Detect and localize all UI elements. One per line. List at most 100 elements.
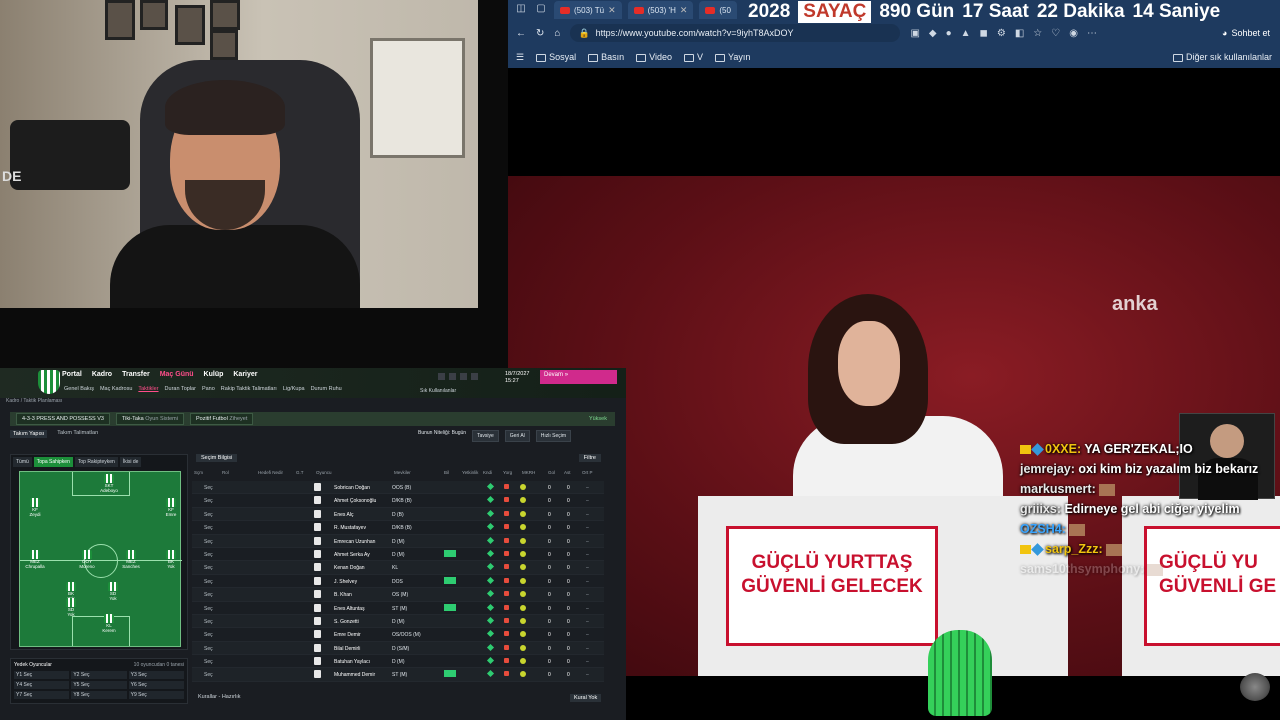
select-dropdown[interactable]: Seç <box>204 672 213 678</box>
fm-menu-item[interactable]: Transfer <box>122 371 150 378</box>
fm-menu-item[interactable]: Portal <box>62 371 82 378</box>
select-dropdown[interactable]: Seç <box>204 565 213 571</box>
select-dropdown[interactable]: Seç <box>204 498 213 504</box>
selection-info-button[interactable]: Seçim Bilgisi <box>196 454 238 462</box>
tactics-pitch[interactable]: SKT Adeboyo KF Zeydi KF Emre MEZ Chrupalla ÖOY Mo… <box>19 471 182 647</box>
other-bookmarks[interactable]: Diğer sık kullanılanlar <box>1172 52 1272 62</box>
bookmark-folder[interactable]: Yayın <box>714 52 750 62</box>
chat-button[interactable]: ◕ Sohbet et <box>1222 28 1270 38</box>
browser-tab[interactable]: (50 <box>699 1 737 19</box>
extension-icon[interactable]: ◼ <box>980 28 988 39</box>
table-row[interactable]: Seç B. Khan OS (M) 0 0 – <box>192 588 604 602</box>
rules-button[interactable]: Kural Yok <box>570 694 602 702</box>
style-selector[interactable]: Tiki-Taka Oyun Sistemi <box>115 413 184 425</box>
column-header[interactable]: Kndi <box>483 470 492 475</box>
table-row[interactable]: Seç Kenan Doğan KL 0 0 – <box>192 561 604 575</box>
select-dropdown[interactable]: Seç <box>204 579 213 585</box>
fm-submenu-item[interactable]: Pano <box>202 386 215 392</box>
table-row[interactable]: Seç J. Shelvey DOS 0 0 – <box>192 574 604 589</box>
table-row[interactable]: Seç Bilal Demirli D (S/M) 0 0 – <box>192 641 604 656</box>
column-header[interactable]: Rol <box>222 470 229 475</box>
column-header[interactable]: G.T <box>296 470 304 475</box>
filter-button[interactable]: Filtre <box>578 454 601 462</box>
sub-slot[interactable]: Y6 Seç <box>128 681 184 689</box>
split-icon[interactable]: ◧ <box>1015 28 1024 39</box>
table-row[interactable]: Seç Enes Altuntaş ST (M) 0 0 – <box>192 601 604 615</box>
sub-slot[interactable]: Y9 Seç <box>128 691 184 699</box>
fm-submenu-item[interactable]: Lig/Kupa <box>283 386 305 392</box>
pitch-player[interactable]: ÖOY Moreno <box>76 550 98 569</box>
player-name[interactable]: Batuhan Yaylacı <box>334 659 370 665</box>
select-dropdown[interactable]: Seç <box>204 659 213 665</box>
fm-submenu-item[interactable]: Taktikler <box>138 386 158 392</box>
table-row[interactable]: Seç Batuhan Yaylacı D (M) 0 0 – <box>192 655 604 669</box>
pitch-player[interactable]: BKYok <box>160 550 182 569</box>
tactic-selector[interactable]: 4-3-3 PRESS AND POSSESS V3 <box>16 413 110 425</box>
extension-icon[interactable]: ● <box>946 28 952 39</box>
pitch-player[interactable]: SKT Adeboyo <box>98 474 120 493</box>
table-row[interactable]: Seç Ahmet Serka Ay D (M) 0 0 – <box>192 547 604 562</box>
pitch-player[interactable]: MEZ Sanches <box>120 550 142 569</box>
fm-submenu-item[interactable]: Durum Ruhu <box>311 386 342 392</box>
bookmark-folder[interactable]: Video <box>636 52 672 62</box>
column-header[interactable]: Yetkinlik <box>462 470 478 475</box>
player-name[interactable]: Sobrican Doğan <box>334 485 370 491</box>
refresh-icon[interactable]: ↻ <box>536 28 544 39</box>
collections-icon[interactable]: ♡ <box>1051 28 1060 39</box>
select-dropdown[interactable]: Seç <box>204 592 213 598</box>
close-icon[interactable]: ✕ <box>608 5 616 16</box>
filter-all[interactable]: Tümü <box>13 457 32 467</box>
fm-submenu-item[interactable]: Genel Bakış <box>64 386 94 392</box>
player-name[interactable]: Enes Alç <box>334 512 353 518</box>
settings-icon[interactable]: ⚙ <box>997 28 1006 39</box>
continue-button[interactable]: Devam » <box>540 370 617 384</box>
player-name[interactable]: Bilal Demirli <box>334 646 360 652</box>
reading-list-icon[interactable]: ☰ <box>516 52 524 63</box>
sub-slot[interactable]: Y7 Seç <box>14 691 70 699</box>
player-name[interactable]: Emrecan Uzunhan <box>334 539 375 545</box>
select-dropdown[interactable]: Seç <box>204 646 213 652</box>
column-header[interactable]: Yorg <box>503 470 512 475</box>
table-row[interactable]: Seç Ahmet Çoksonoğlu D/KB (B) 0 0 – <box>192 494 604 508</box>
extension-icon[interactable]: ▣ <box>910 28 919 39</box>
select-dropdown[interactable]: Seç <box>204 619 213 625</box>
column-header[interactable]: Hedefi Nedir <box>258 470 283 475</box>
table-row[interactable]: Seç Emrecan Uzunhan D (M) 0 0 – <box>192 534 604 548</box>
fm-menu-item[interactable]: Maç Günü <box>160 371 194 378</box>
extension-icon[interactable]: ◆ <box>929 28 937 39</box>
column-header[interactable]: Oyuncu <box>316 470 332 475</box>
sub-slot[interactable]: Y1 Seç <box>14 671 70 679</box>
player-name[interactable]: J. Shelvey <box>334 579 357 585</box>
sub-slot[interactable]: Y4 Seç <box>14 681 70 689</box>
select-dropdown[interactable]: Seç <box>204 552 213 558</box>
table-row[interactable]: Seç S. Gonzetti D (M) 0 0 – <box>192 614 604 629</box>
player-name[interactable]: Emre Demir <box>334 632 361 638</box>
table-row[interactable]: Seç Enes Alç D (B) 0 0 – <box>192 507 604 522</box>
sub-slot[interactable]: Y8 Seç <box>71 691 127 699</box>
bookmark-folder[interactable]: Sosyal <box>536 52 576 62</box>
pitch-player[interactable]: SD Yok <box>60 598 82 617</box>
fm-menu-item[interactable]: Kadro <box>92 371 112 378</box>
profile-icon[interactable]: ◉ <box>1069 28 1078 39</box>
filter-both[interactable]: İkisi de <box>119 457 142 467</box>
pitch-player[interactable]: KL Kerem <box>98 614 120 633</box>
pitch-player[interactable]: SD Yok <box>102 582 124 601</box>
column-header[interactable]: Ast <box>564 470 571 475</box>
browser-tab[interactable]: (503) 'H ✕ <box>627 1 694 19</box>
shortcuts-link[interactable]: Sık Kullanılanlar <box>420 388 456 394</box>
player-name[interactable]: Enes Altuntaş <box>334 606 365 612</box>
column-header[interactable]: Sçm <box>194 470 203 475</box>
mentality-selector[interactable]: Pozitif Futbol Ziheyet <box>190 413 254 425</box>
select-dropdown[interactable]: Seç <box>204 512 213 518</box>
quick-pick-button[interactable]: Hızlı Seçim <box>535 430 572 442</box>
player-name[interactable]: Ahmet Çoksonoğlu <box>334 498 376 504</box>
tab-team-instructions[interactable]: Takım Talimatları <box>57 430 98 438</box>
fm-submenu-item[interactable]: Rakip Taktik Talimatları <box>221 386 277 392</box>
player-name[interactable]: Muhammed Demir <box>334 672 375 678</box>
sub-slot[interactable]: Y5 Seç <box>71 681 127 689</box>
address-bar[interactable]: 🔒 https://www.youtube.com/watch?v=9iyhT8… <box>570 24 901 42</box>
favorite-icon[interactable]: ☆ <box>1033 28 1042 39</box>
undo-button[interactable]: Geri Al <box>504 430 530 442</box>
column-header[interactable]: Ort P <box>582 470 593 475</box>
select-dropdown[interactable]: Seç <box>204 485 213 491</box>
